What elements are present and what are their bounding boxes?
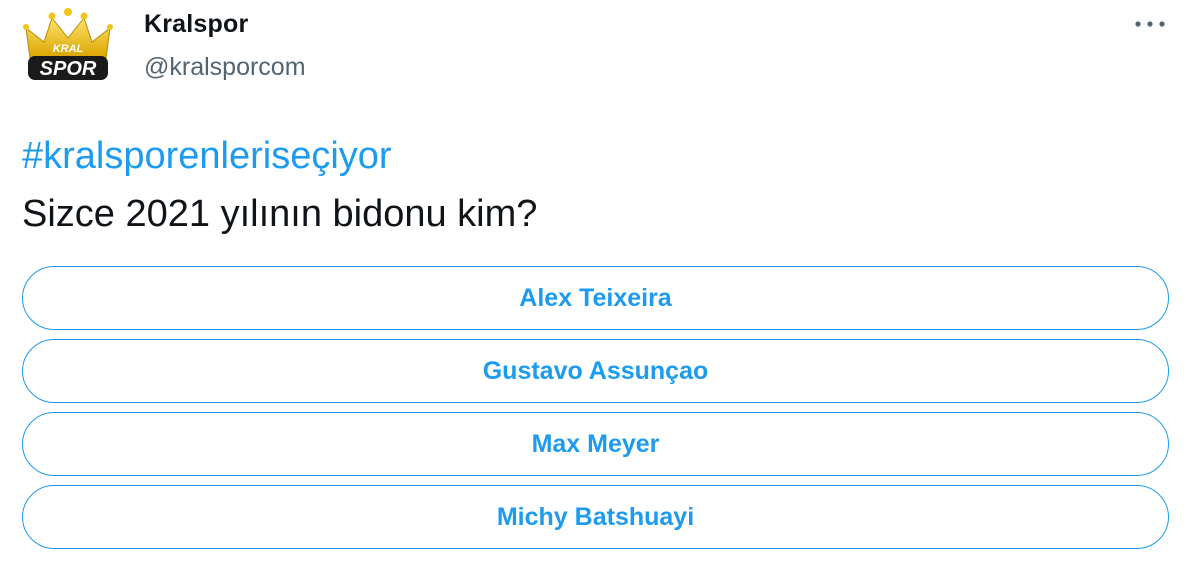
tweet-text: Sizce 2021 yılının bidonu kim? (22, 193, 538, 235)
display-name[interactable]: Kralspor (144, 10, 248, 39)
logo-text-top: KRAL (53, 43, 84, 55)
poll-option-3[interactable]: Max Meyer (22, 412, 1169, 476)
poll-option-1[interactable]: Alex Teixeira (22, 266, 1169, 330)
hashtag-link[interactable]: #kralsporenleriseçiyor (22, 135, 392, 178)
kralspor-crown-logo: KRAL SPOR (23, 8, 113, 80)
ellipsis-icon (1135, 21, 1165, 27)
user-handle[interactable]: @kralsporcom (144, 53, 306, 82)
more-options-button[interactable] (1130, 8, 1170, 40)
tweet: KRAL SPOR Kralspor @kralsporcom #kralspo… (0, 0, 1200, 575)
poll: Alex Teixeira Gustavo Assunçao Max Meyer… (22, 266, 1169, 558)
logo-text-bottom: SPOR (40, 58, 97, 80)
poll-option-4[interactable]: Michy Batshuayi (22, 485, 1169, 549)
avatar[interactable]: KRAL SPOR (22, 8, 114, 86)
poll-option-2[interactable]: Gustavo Assunçao (22, 339, 1169, 403)
